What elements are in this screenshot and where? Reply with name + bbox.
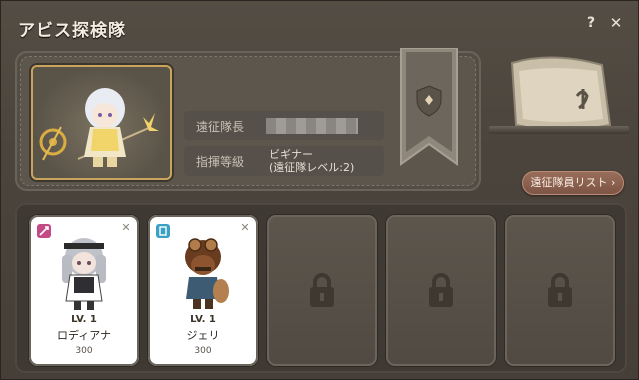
window-title: アビス探検隊 (18, 21, 126, 41)
member-list-button-label: 遠征隊員リスト (530, 176, 608, 189)
rank-row: 指揮等級 ビギナー (遠征隊レベル:2) (184, 146, 384, 176)
locked-slot-5 (505, 215, 615, 366)
member-name: ジェリ (186, 329, 220, 342)
rank-value-line1: ビギナー (269, 148, 313, 161)
sword-class-icon (37, 224, 51, 238)
member-name: ロディアナ (56, 329, 111, 342)
member-list-button[interactable]: 遠征隊員リスト › (522, 171, 624, 195)
expedition-banner-emblem (400, 48, 458, 166)
magic-class-icon (156, 224, 170, 238)
lock-icon (429, 273, 453, 307)
help-button[interactable]: ? (583, 15, 599, 31)
scroll-map-icon (510, 56, 612, 131)
rodiana-character-sprite (62, 238, 106, 310)
jeri-character-sprite (185, 238, 229, 309)
locked-slot-4 (386, 215, 496, 366)
rank-value-line2: (遠征隊レベル:2) (269, 161, 355, 174)
member-slot-2[interactable]: ✕ LV. 1 ジェリ 300 (148, 215, 258, 366)
member-points: 300 (75, 346, 93, 356)
chevron-right-icon: › (611, 176, 616, 189)
locked-slot-3 (267, 215, 377, 366)
member-points: 300 (194, 346, 212, 356)
remove-member-1-button[interactable]: ✕ (120, 222, 132, 234)
lock-icon (310, 273, 334, 307)
remove-member-2-button[interactable]: ✕ (239, 222, 251, 234)
abyss-expedition-window: アビス探検隊 ? ✕ 遠征隊長 指揮等級 ビギナー (遠征隊レベル:2) 遠征隊… (0, 0, 639, 380)
member-level: LV. 1 (71, 314, 97, 325)
leader-label: 遠征隊長 (196, 120, 245, 134)
leader-name-row: 遠征隊長 (184, 111, 384, 140)
rank-label: 指揮等級 (196, 155, 245, 169)
close-button[interactable]: ✕ (608, 15, 624, 31)
member-level: LV. 1 (190, 314, 216, 325)
shelf-decoration (489, 126, 629, 134)
lock-icon (548, 273, 572, 307)
member-slot-1[interactable]: ✕ LV. 1 ロディアナ 300 (29, 215, 139, 366)
leader-name-redacted (266, 118, 358, 134)
rank-value: ビギナー (遠征隊レベル:2) (269, 148, 354, 174)
leader-portrait (31, 65, 172, 180)
